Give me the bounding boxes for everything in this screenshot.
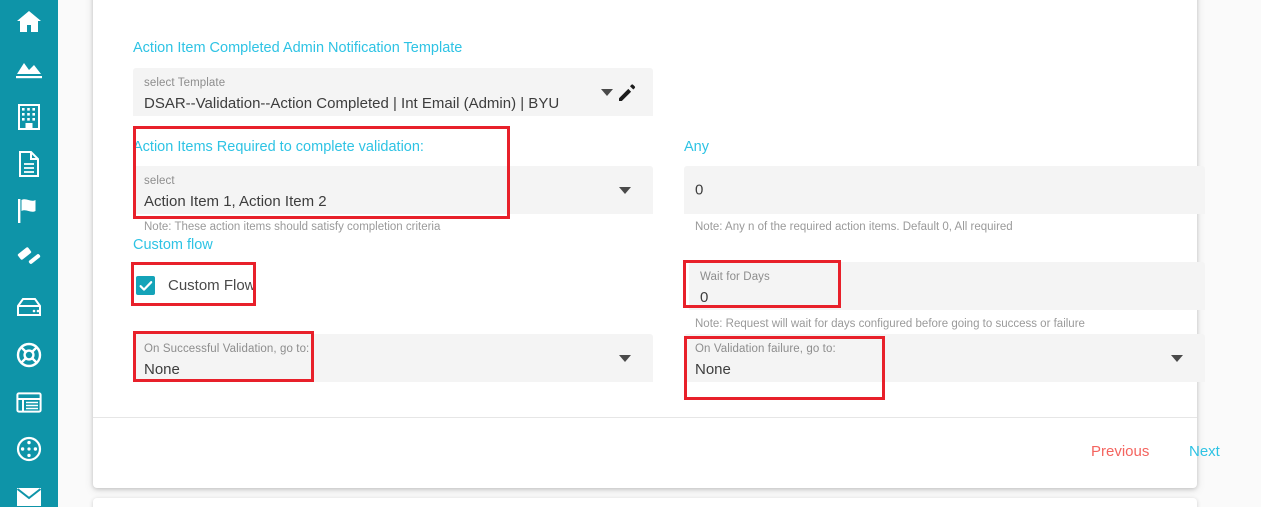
sidebar-item-records[interactable] — [0, 378, 58, 426]
flag-icon — [17, 198, 41, 224]
pencil-icon[interactable] — [617, 83, 637, 108]
wait-for-days-note: Note: Request will wait for days configu… — [695, 318, 1085, 330]
any-value: 0 — [695, 181, 704, 199]
on-success-select[interactable]: On Successful Validation, go to: None — [133, 334, 653, 382]
admin-template-select[interactable]: select Template DSAR--Validation--Action… — [133, 68, 653, 116]
custom-flow-section-label: Custom flow — [133, 237, 213, 253]
admin-template-section-label: Action Item Completed Admin Notification… — [133, 40, 463, 56]
chevron-down-icon[interactable] — [619, 355, 631, 362]
chevron-down-icon[interactable] — [619, 187, 631, 194]
action-items-select[interactable]: select Action Item 1, Action Item 2 — [133, 166, 653, 214]
gavel-icon — [16, 246, 42, 272]
sidebar-item-mail[interactable] — [0, 473, 58, 507]
sidebar-item-documents[interactable] — [0, 140, 58, 188]
document-icon — [18, 151, 40, 177]
sidebar-item-flags[interactable] — [0, 187, 58, 235]
left-sidebar — [0, 0, 58, 507]
wait-for-days-field-label: Wait for Days — [700, 271, 770, 283]
network-icon — [16, 436, 42, 462]
on-success-field-label: On Successful Validation, go to: — [144, 343, 310, 355]
card-footer: Previous Next — [93, 418, 1220, 488]
sidebar-item-home[interactable] — [0, 0, 58, 46]
sidebar-item-support[interactable] — [0, 331, 58, 379]
next-button[interactable]: Next — [1189, 443, 1220, 460]
custom-flow-checkbox[interactable] — [136, 276, 155, 295]
sidebar-item-analytics[interactable] — [0, 45, 58, 93]
server-icon — [16, 297, 42, 317]
list-icon — [16, 391, 42, 413]
lifering-icon — [16, 342, 42, 368]
action-items-field-label: select — [144, 175, 175, 187]
any-note: Note: Any n of the required action items… — [695, 221, 1013, 233]
analytics-icon — [16, 58, 42, 80]
any-section-label: Any — [684, 139, 709, 155]
action-items-note: Note: These action items should satisfy … — [144, 221, 441, 233]
app-root: Subject Access Request--Acknowledge--Acc… — [0, 0, 1261, 507]
on-success-value: None — [144, 361, 180, 378]
action-items-section-label: Action Items Required to complete valida… — [133, 139, 424, 155]
admin-template-field-label: select Template — [144, 77, 226, 89]
any-input[interactable]: 0 — [684, 166, 1205, 214]
previous-button[interactable]: Previous — [1091, 443, 1149, 460]
on-failure-select[interactable]: On Validation failure, go to: None — [684, 334, 1205, 382]
chevron-down-icon[interactable] — [601, 89, 613, 96]
card-body: Subject Access Request--Acknowledge--Acc… — [93, 0, 1205, 416]
on-failure-field-label: On Validation failure, go to: — [695, 343, 836, 355]
sidebar-item-network[interactable] — [0, 425, 58, 473]
on-failure-value: None — [695, 361, 731, 378]
sidebar-item-legal[interactable] — [0, 235, 58, 283]
sidebar-item-organization[interactable] — [0, 93, 58, 141]
admin-template-value: DSAR--Validation--Action Completed | Int… — [144, 95, 560, 112]
wait-for-days-value: 0 — [700, 289, 709, 306]
chevron-down-icon[interactable] — [1171, 355, 1183, 362]
next-section-card — [93, 498, 1197, 507]
custom-flow-checkbox-row[interactable]: Custom Flow — [136, 276, 256, 295]
envelope-icon — [16, 487, 42, 507]
custom-flow-checkbox-label: Custom Flow — [168, 277, 256, 294]
wait-for-days-input[interactable]: Wait for Days 0 — [689, 262, 1205, 310]
action-items-value: Action Item 1, Action Item 2 — [144, 193, 327, 210]
workflow-settings-card: Subject Access Request--Acknowledge--Acc… — [93, 0, 1220, 488]
sidebar-item-data-sources[interactable] — [0, 283, 58, 331]
home-icon — [16, 10, 42, 34]
building-icon — [18, 104, 40, 130]
